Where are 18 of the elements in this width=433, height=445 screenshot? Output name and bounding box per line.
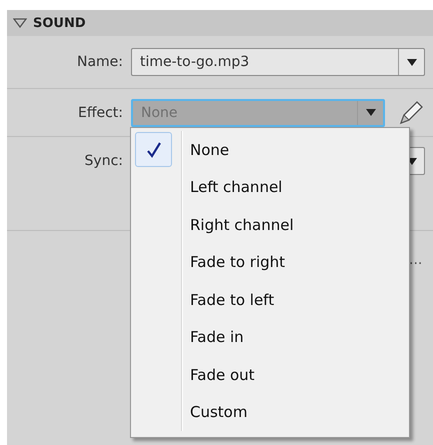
menu-item[interactable]: Fade out [190, 366, 255, 384]
collapse-triangle-icon[interactable] [13, 18, 27, 28]
dropdown-arrow-icon [366, 109, 376, 116]
menu-item[interactable]: Fade to right [190, 253, 286, 272]
field-label: Sync: [84, 153, 123, 169]
more-text: ... [409, 252, 422, 268]
field-label: Effect: [76, 104, 123, 120]
menu-item[interactable]: Right channel [190, 216, 294, 234]
section-title: SOUND [33, 16, 86, 30]
menu-item[interactable]: Left channel [190, 178, 282, 196]
dropdown[interactable]: time-to-go.mp3 [131, 48, 425, 76]
menu-item[interactable]: Fade to left [190, 290, 274, 309]
menu-item[interactable]: None [190, 140, 230, 159]
field-label: Name: [76, 54, 123, 70]
dropdown-arrow-icon [406, 58, 416, 66]
menu-item[interactable]: Fade in [190, 328, 244, 346]
pencil-icon[interactable] [397, 98, 425, 126]
menu-item[interactable]: Custom [190, 403, 248, 422]
